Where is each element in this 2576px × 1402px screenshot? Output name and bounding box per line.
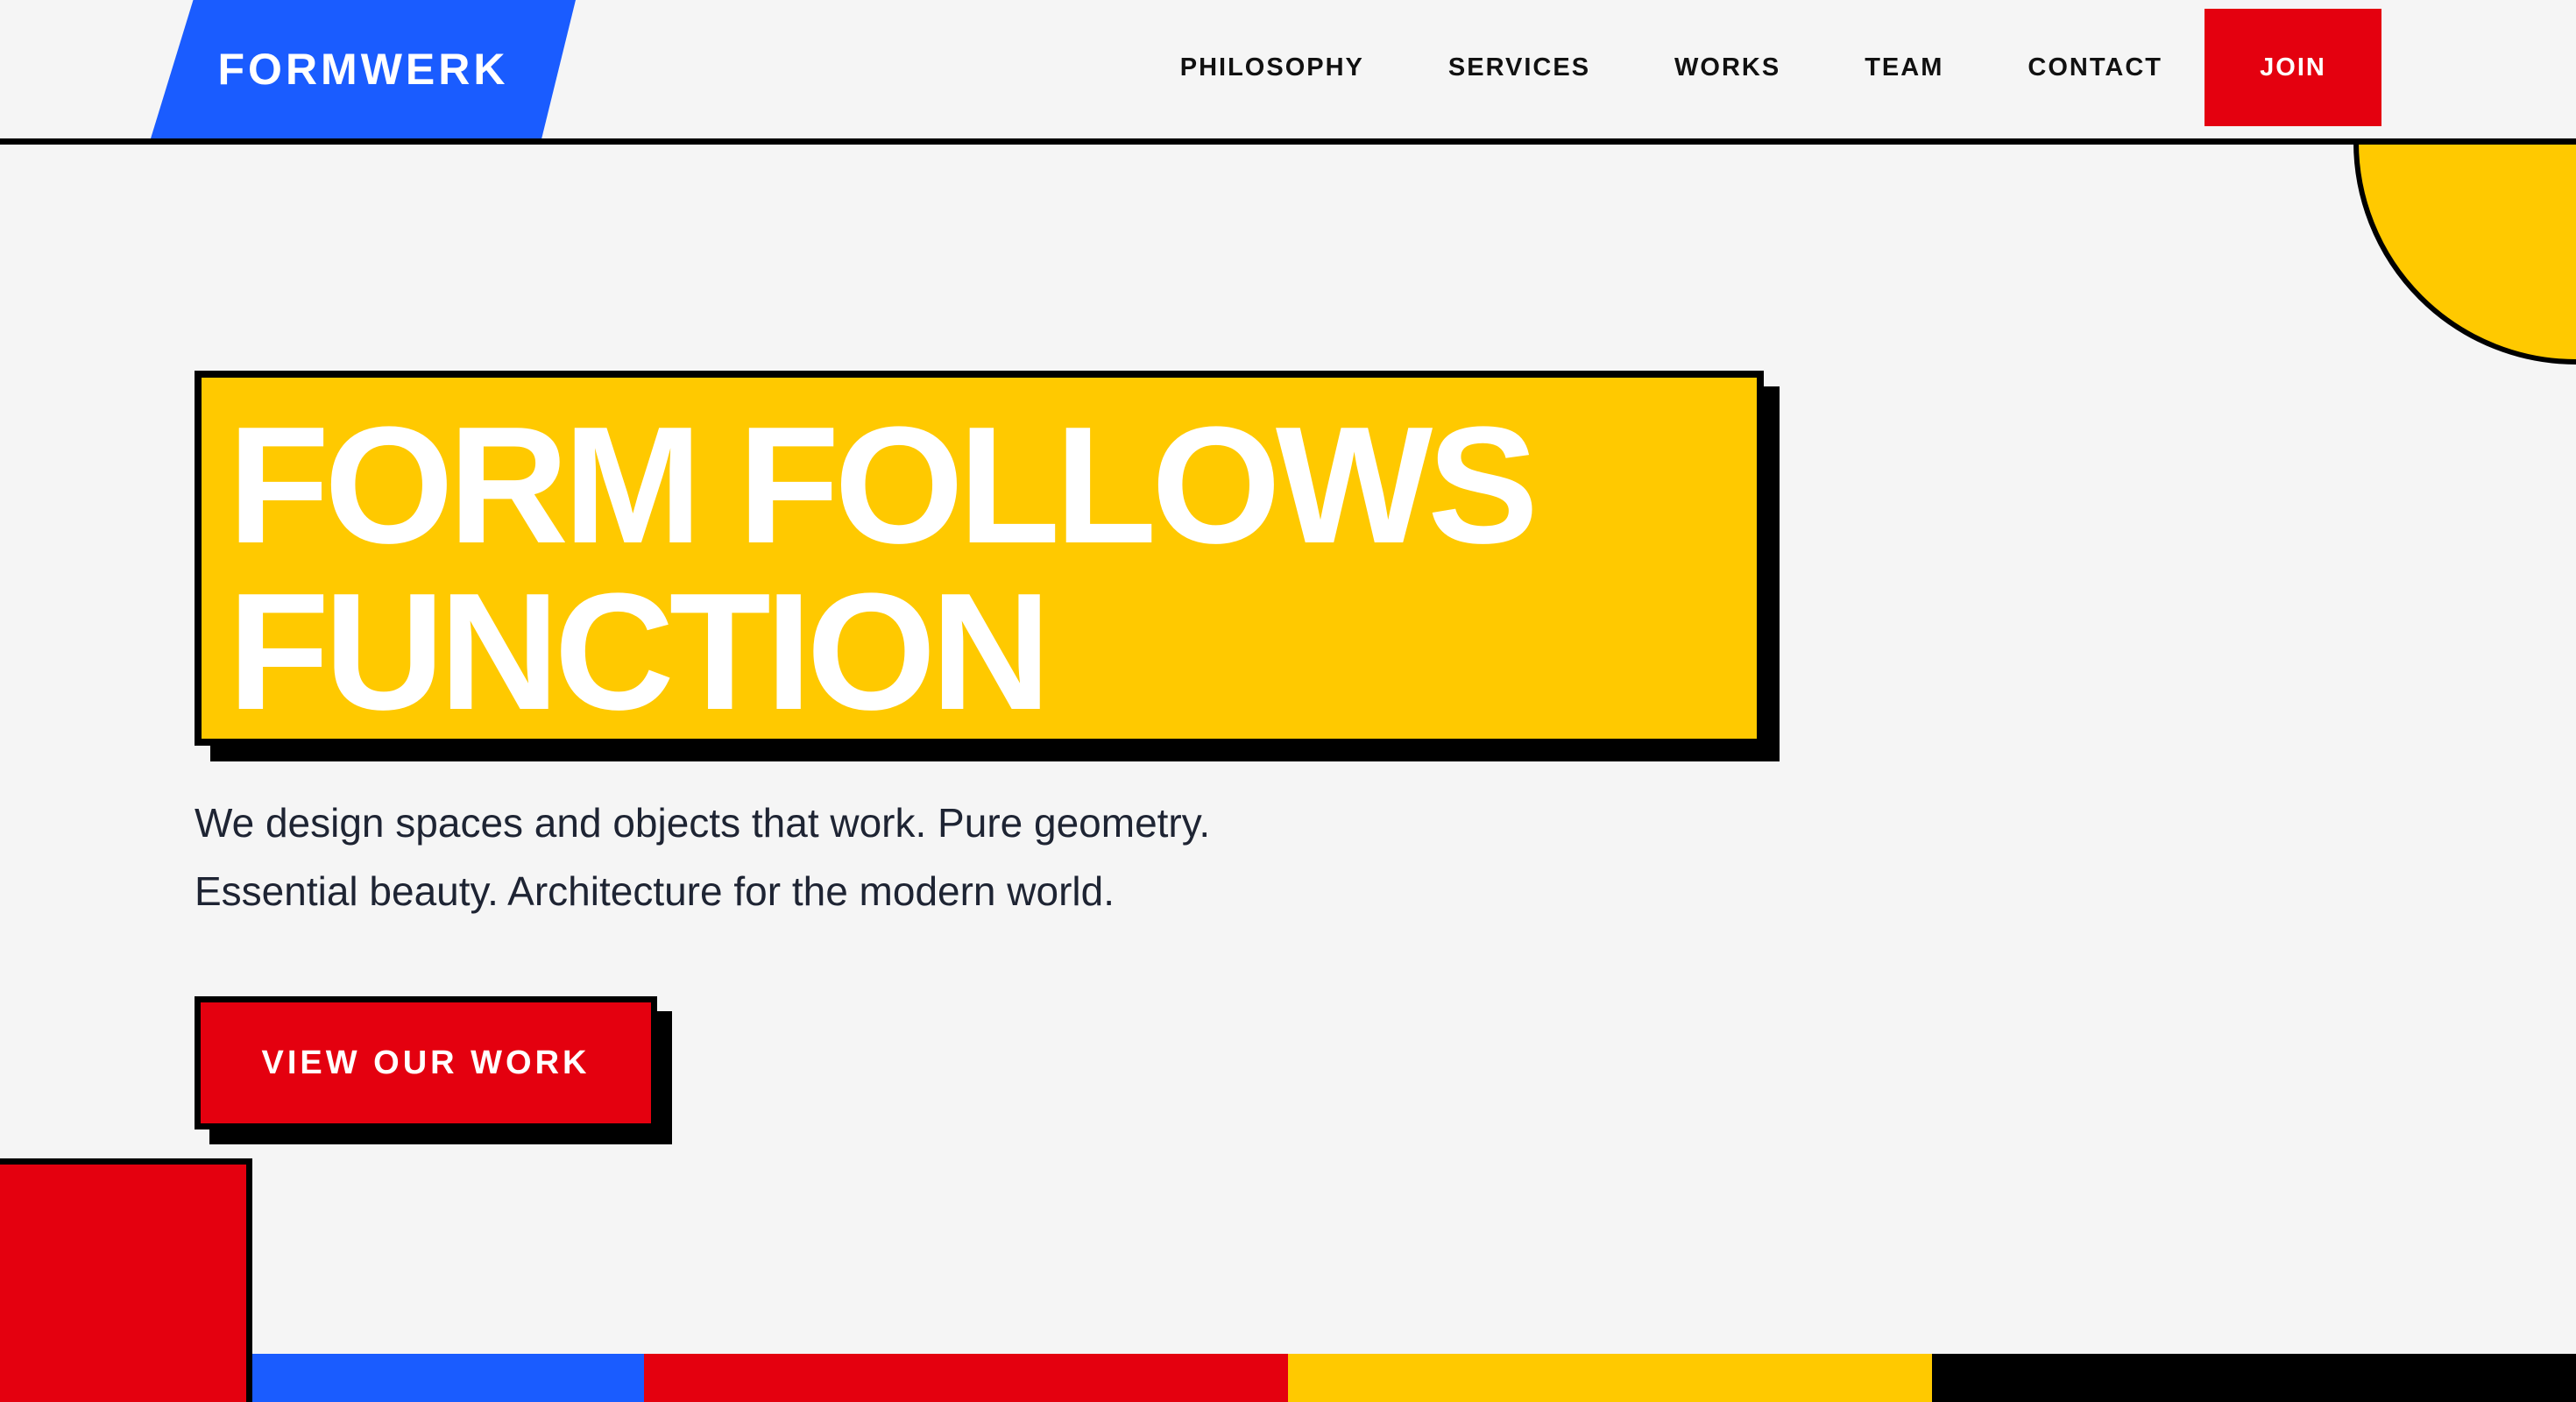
red-square-decoration [0,1158,252,1402]
main-nav: PHILOSOPHY SERVICES WORKS TEAM CONTACT J… [1180,9,2381,126]
site-header: FORMWERK PHILOSOPHY SERVICES WORKS TEAM … [0,0,2576,145]
hero-subtitle-line-1: We design spaces and objects that work. … [195,800,1211,846]
nav-link-works[interactable]: WORKS [1674,53,1780,82]
hero-subtitle: We design spaces and objects that work. … [195,789,1772,925]
nav-link-contact[interactable]: CONTACT [2028,53,2162,82]
hero-title-box: FORM FOLLOWS FUNCTION [195,371,1764,746]
color-bar-black [1932,1354,2576,1402]
color-bar-red [644,1354,1288,1402]
hero-title-line-1: FORM FOLLOWS [228,393,1539,578]
brand-logo[interactable]: FORMWERK [151,0,576,138]
brand-logo-text: FORMWERK [217,45,509,94]
hero-subtitle-line-2: Essential beauty. Architecture for the m… [195,868,1115,914]
bottom-color-bar [0,1354,2576,1402]
nav-link-philosophy[interactable]: PHILOSOPHY [1180,53,1364,82]
join-button[interactable]: JOIN [2204,9,2381,126]
nav-link-services[interactable]: SERVICES [1448,53,1590,82]
page: FORMWERK PHILOSOPHY SERVICES WORKS TEAM … [0,0,2576,1402]
hero-title-line-2: FUNCTION [228,559,1051,745]
color-bar-yellow [1288,1354,1932,1402]
view-our-work-button[interactable]: VIEW OUR WORK [195,996,657,1129]
nav-link-team[interactable]: TEAM [1865,53,1943,82]
